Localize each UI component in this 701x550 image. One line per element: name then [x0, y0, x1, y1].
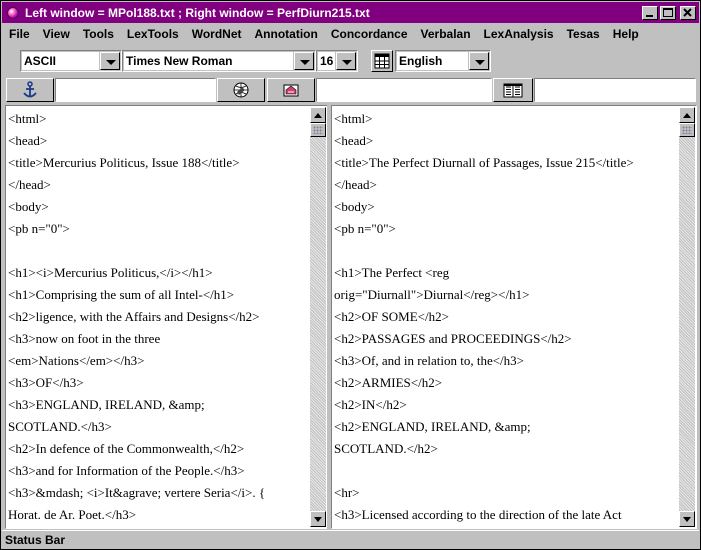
grid-button[interactable] [371, 50, 393, 72]
text-line[interactable]: <head> [8, 130, 309, 152]
text-line[interactable]: <h3>OF</h3> [8, 372, 309, 394]
text-line[interactable]: <h2>ARMIES</h2> [334, 372, 678, 394]
text-line[interactable]: <h3>and for Information of the People.</… [8, 460, 309, 482]
left-pane-content[interactable]: <html> <head> <title>Mercurius Politicus… [8, 108, 309, 526]
text-line[interactable]: <h3>ENGLAND, IRELAND, &amp; [8, 394, 309, 416]
text-line[interactable]: <h3>now on foot in the three [8, 328, 309, 350]
text-line[interactable]: <h3>Of, and in relation to, the</h3> [334, 350, 678, 372]
chevron-down-icon[interactable] [100, 52, 120, 70]
text-line[interactable]: <pb n="0"> [8, 218, 309, 240]
text-line[interactable]: <html> [8, 108, 309, 130]
scroll-down-icon[interactable] [310, 511, 326, 527]
text-line[interactable] [8, 240, 309, 262]
text-line[interactable]: <title>The Perfect Diurnall of Passages,… [334, 152, 678, 174]
scroll-thumb[interactable] [679, 123, 695, 137]
language-value: English [397, 52, 468, 70]
text-line[interactable]: <h2>PASSAGES and PROCEEDINGS</h2> [334, 328, 678, 350]
close-icon [683, 7, 692, 17]
text-line[interactable]: <body> [8, 196, 309, 218]
menu-lextools[interactable]: LexTools [120, 27, 185, 41]
text-line[interactable] [334, 240, 678, 262]
encoding-value: ASCII [22, 52, 99, 70]
menu-annotation[interactable]: Annotation [248, 27, 324, 41]
encoding-select[interactable]: ASCII [20, 50, 122, 72]
minimize-icon [646, 14, 653, 17]
grid-icon [374, 53, 390, 69]
main-window: Left window = MPol188.txt ; Right window… [0, 0, 701, 550]
menu-concordance[interactable]: Concordance [324, 27, 414, 41]
text-line[interactable]: <title>Mercurius Politicus, Issue 188</t… [8, 152, 309, 174]
scroll-thumb[interactable] [310, 123, 326, 137]
book-icon [503, 83, 523, 98]
text-line[interactable]: <h1>The Perfect <reg [334, 262, 678, 284]
text-line[interactable]: <h1><i>Mercurius Politicus,</i></h1> [8, 262, 309, 284]
status-bar: Status Bar [2, 530, 699, 548]
font-size-value: 16 [318, 52, 335, 70]
title-bar[interactable]: Left window = MPol188.txt ; Right window… [2, 2, 699, 23]
menu-verbalan[interactable]: Verbalan [414, 27, 477, 41]
font-select[interactable]: Times New Roman [122, 50, 316, 72]
chevron-down-icon[interactable] [294, 52, 314, 70]
text-line[interactable]: <h1>Comprising the sum of all Intel-</h1… [8, 284, 309, 306]
scroll-down-icon[interactable] [679, 511, 695, 527]
window-title: Left window = MPol188.txt ; Right window… [25, 5, 370, 20]
text-line[interactable]: <hr> [334, 482, 678, 504]
language-select[interactable]: English [395, 50, 491, 72]
left-text-pane[interactable]: <html> <head> <title>Mercurius Politicus… [5, 105, 328, 529]
text-line[interactable]: orig="Diurnall">Diurnal</reg></h1> [334, 284, 678, 306]
text-line[interactable]: <em>Nations</em></h3> [8, 350, 309, 372]
menu-lexanalysis[interactable]: LexAnalysis [477, 27, 560, 41]
font-value: Times New Roman [124, 52, 293, 70]
globe-icon [233, 82, 249, 98]
text-line[interactable]: <h2>ENGLAND, IRELAND, &amp; [334, 416, 678, 438]
search-field-middle[interactable] [316, 78, 492, 102]
search-field-right[interactable] [534, 78, 696, 102]
text-line[interactable]: </head> [334, 174, 678, 196]
menu-view[interactable]: View [36, 27, 76, 41]
menu-tesas[interactable]: Tesas [560, 27, 606, 41]
right-pane-content[interactable]: <html> <head> <title>The Perfect Diurnal… [334, 108, 678, 526]
menu-wordnet[interactable]: WordNet [185, 27, 248, 41]
text-line[interactable]: <h3>&mdash; <i>It&agrave; vertere Seria<… [8, 482, 309, 504]
globe-button[interactable] [217, 78, 265, 102]
left-vertical-scrollbar[interactable] [310, 107, 326, 527]
image-button[interactable] [267, 78, 315, 102]
text-line[interactable]: <h3>Licensed according to the direction … [334, 504, 678, 526]
text-line[interactable]: Horat. de Ar. Poet.</h3> [8, 504, 309, 526]
maximize-button[interactable] [660, 5, 676, 20]
text-line[interactable]: <head> [334, 130, 678, 152]
close-button[interactable] [680, 5, 696, 20]
menu-tools[interactable]: Tools [76, 27, 120, 41]
menu-file[interactable]: File [2, 27, 36, 41]
right-text-pane[interactable]: <html> <head> <title>The Perfect Diurnal… [331, 105, 697, 529]
book-button[interactable] [493, 78, 533, 102]
text-line[interactable]: SCOTLAND.</h2> [334, 438, 678, 460]
text-line[interactable]: SCOTLAND.</h3> [8, 416, 309, 438]
right-vertical-scrollbar[interactable] [679, 107, 695, 527]
text-line[interactable]: <h2>In defence of the Commonwealth,</h2> [8, 438, 309, 460]
pink-ball-icon[interactable] [5, 5, 21, 21]
chevron-down-icon[interactable] [336, 52, 356, 70]
maximize-icon [663, 7, 673, 17]
scroll-up-icon[interactable] [310, 107, 326, 123]
text-line[interactable]: <body> [334, 196, 678, 218]
chevron-down-icon[interactable] [469, 52, 489, 70]
menu-help[interactable]: Help [606, 27, 645, 41]
text-line[interactable]: <h2>OF SOME</h2> [334, 306, 678, 328]
text-line[interactable]: </head> [8, 174, 309, 196]
scroll-up-icon[interactable] [679, 107, 695, 123]
image-icon [283, 84, 299, 97]
minimize-button[interactable] [642, 5, 658, 20]
text-line[interactable] [334, 460, 678, 482]
text-line[interactable]: <pb n="0"> [334, 218, 678, 240]
anchor-button[interactable] [6, 78, 54, 102]
text-line[interactable]: <html> [334, 108, 678, 130]
anchor-icon [23, 81, 37, 98]
font-size-select[interactable]: 16 [316, 50, 358, 72]
text-line[interactable]: <h2>IN</h2> [334, 394, 678, 416]
menu-bar: File View Tools LexTools WordNet Annotat… [2, 23, 699, 45]
text-line[interactable]: <h2>ligence, with the Affairs and Design… [8, 306, 309, 328]
search-field-left[interactable] [55, 78, 216, 102]
